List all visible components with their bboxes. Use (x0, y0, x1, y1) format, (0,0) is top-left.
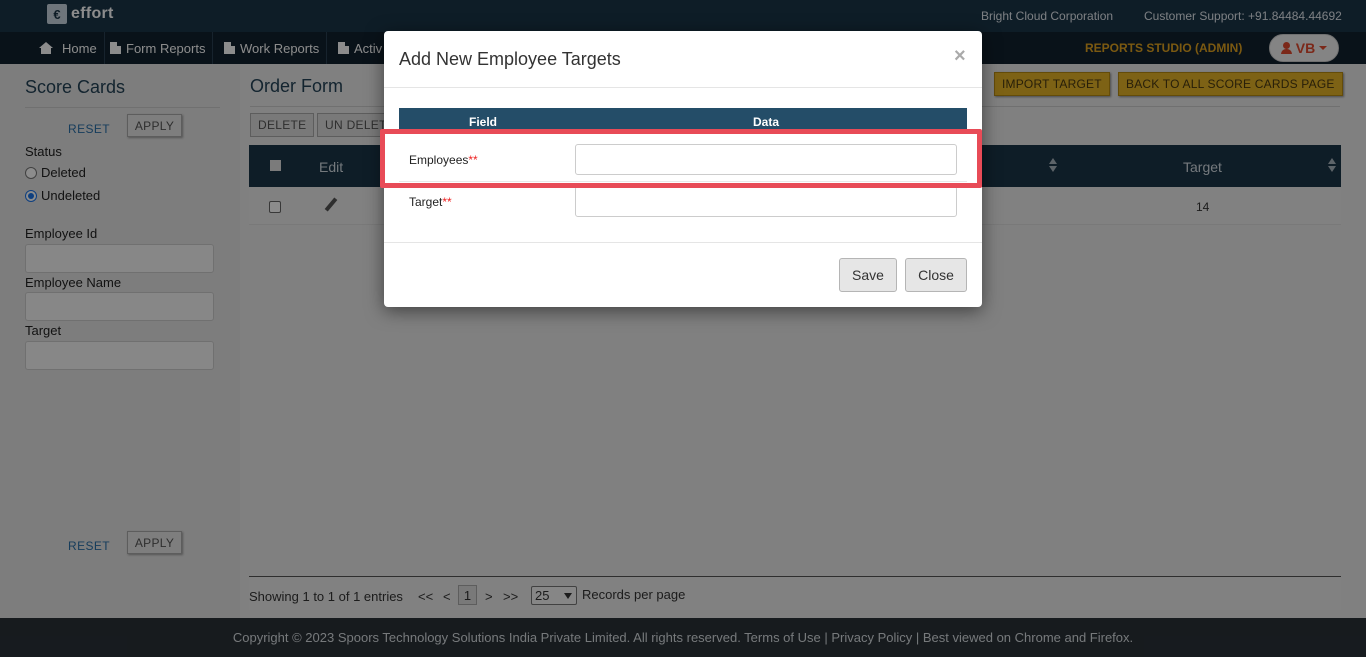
header-data: Data (753, 115, 780, 129)
divider (384, 242, 982, 243)
divider (384, 87, 982, 88)
close-icon[interactable]: × (954, 45, 966, 68)
add-employee-targets-modal: Add New Employee Targets × Field Data Em… (380, 31, 982, 307)
modal-title: Add New Employee Targets (399, 49, 621, 69)
required-marker: ** (442, 195, 452, 209)
target-label: Target** (409, 195, 452, 209)
highlight-box (380, 129, 982, 188)
save-button[interactable]: Save (839, 258, 897, 292)
close-button[interactable]: Close (905, 258, 967, 292)
header-field: Field (469, 115, 498, 129)
target-input[interactable] (575, 186, 957, 217)
target-label-text: Target (409, 195, 443, 209)
